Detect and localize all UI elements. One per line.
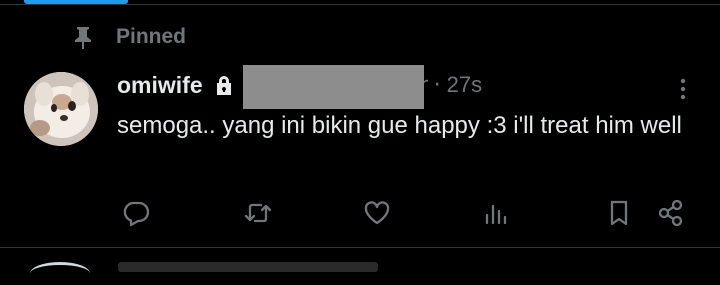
avatar[interactable] <box>24 72 98 146</box>
next-post-avatar <box>30 262 90 285</box>
post-divider <box>0 247 720 248</box>
display-name[interactable]: omiwife <box>117 72 203 99</box>
share-button[interactable] <box>656 198 686 228</box>
pin-icon <box>75 27 91 49</box>
more-options-icon[interactable] <box>668 74 698 104</box>
bookmark-button[interactable] <box>604 198 634 228</box>
separator-dot: · <box>433 72 441 98</box>
post-header: omiwife n · 27s <box>117 65 482 109</box>
share-icon <box>658 199 683 227</box>
pinned-label: Pinned <box>116 25 187 48</box>
repost-icon <box>244 203 272 223</box>
top-divider <box>0 4 720 5</box>
repost-button[interactable] <box>243 198 273 228</box>
reply-button[interactable] <box>121 198 151 228</box>
like-button[interactable] <box>362 198 392 228</box>
post-text: semoga.. yang ini bikin gue happy :3 i'l… <box>117 112 682 139</box>
bookmark-icon <box>610 200 628 226</box>
lock-icon <box>216 76 231 95</box>
post-time[interactable]: 27s <box>447 72 482 98</box>
views-button[interactable] <box>481 198 511 228</box>
redacted-handle <box>242 65 424 109</box>
reply-icon <box>123 201 150 227</box>
next-post-header <box>118 262 378 272</box>
like-icon <box>364 201 390 225</box>
pinned-context: Pinned <box>72 22 186 52</box>
views-icon <box>485 204 507 225</box>
